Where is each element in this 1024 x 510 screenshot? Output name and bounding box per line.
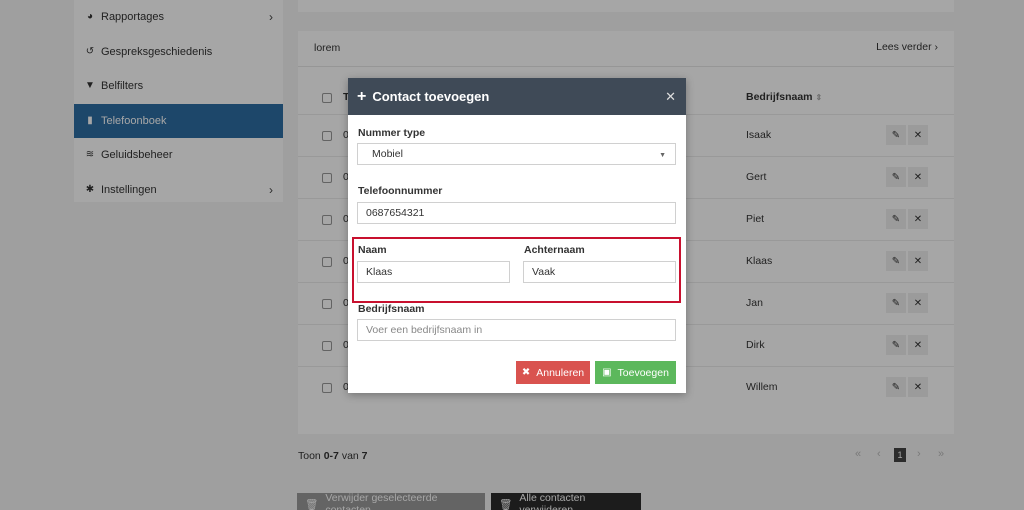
last-name-value: Vaak — [532, 266, 556, 278]
number-type-label: Nummer type — [358, 127, 426, 139]
plus-icon: + — [357, 87, 367, 105]
phone-input[interactable]: 0687654321 — [357, 202, 676, 224]
first-name-input[interactable]: Klaas — [357, 261, 510, 283]
add-button[interactable]: ▣ Toevoegen — [595, 361, 676, 384]
company-input[interactable]: Voer een bedrijfsnaam in — [357, 319, 676, 341]
phone-value: 0687654321 — [366, 207, 425, 219]
close-icon[interactable]: ✕ — [665, 89, 676, 105]
modal-title: Contact toevoegen — [372, 89, 490, 104]
first-name-label: Naam — [358, 244, 387, 256]
cancel-button[interactable]: ✖ Annuleren — [516, 361, 590, 384]
last-name-input[interactable]: Vaak — [523, 261, 676, 283]
number-type-select[interactable]: Mobiel ▼ — [357, 143, 676, 165]
caret-down-icon: ▼ — [659, 152, 666, 159]
close-icon: ✖ — [521, 367, 531, 378]
cancel-label: Annuleren — [536, 366, 585, 379]
company-label: Bedrijfsnaam — [358, 303, 425, 315]
modal-header: + Contact toevoegen ✕ — [348, 78, 686, 115]
add-label: Toevoegen — [617, 366, 669, 379]
company-placeholder: Voer een bedrijfsnaam in — [366, 324, 483, 336]
last-name-label: Achternaam — [524, 244, 585, 256]
save-icon: ▣ — [602, 367, 612, 378]
number-type-value: Mobiel — [372, 148, 403, 160]
add-contact-modal: + Contact toevoegen ✕ Nummer type Mobiel… — [348, 78, 686, 393]
first-name-value: Klaas — [366, 266, 393, 278]
phone-label: Telefoonnummer — [358, 185, 443, 197]
